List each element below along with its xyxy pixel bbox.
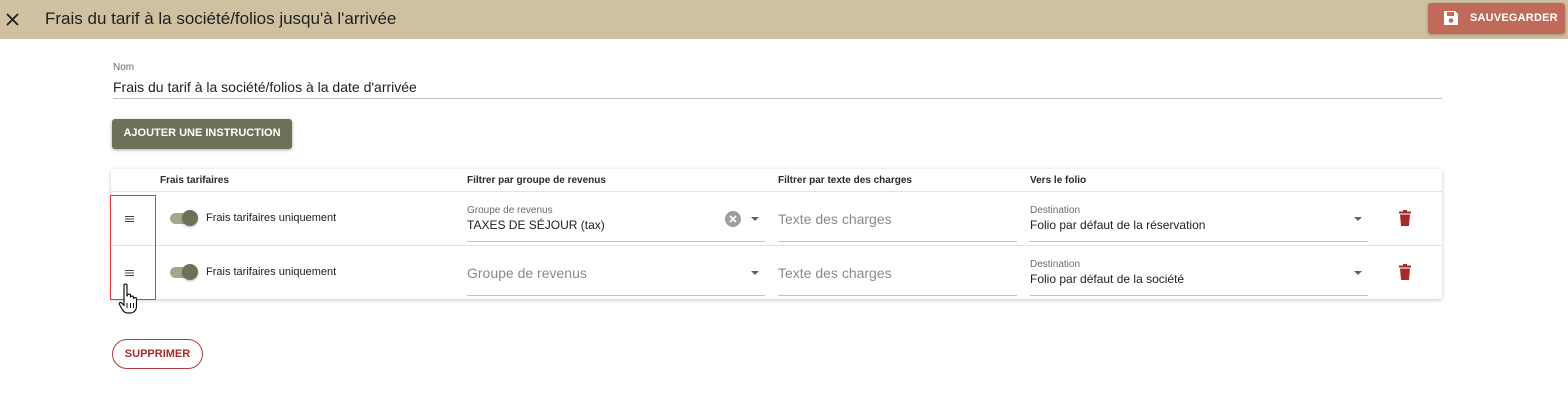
hand-cursor-icon xyxy=(118,283,138,314)
row-divider xyxy=(111,245,1442,246)
name-field-underline xyxy=(113,98,1442,99)
revenue-group-select[interactable]: Groupe de revenus xyxy=(467,265,587,281)
save-button-label: SAUVEGARDER xyxy=(1470,12,1558,24)
instructions-table: Frais tarifaires Filtrer par groupe de r… xyxy=(111,169,1442,299)
page-title: Frais du tarif à la société/folios jusqu… xyxy=(45,9,397,28)
charge-text-underline xyxy=(778,241,1017,242)
chevron-down-icon[interactable] xyxy=(1354,271,1362,275)
delete-button-label: SUPPRIMER xyxy=(124,348,191,360)
destination-select[interactable]: Folio par défaut de la réservation xyxy=(1030,218,1205,232)
clear-icon[interactable] xyxy=(725,211,741,227)
header-revenue-group: Filtrer par groupe de revenus xyxy=(467,175,606,186)
destination-label: Destination xyxy=(1030,259,1081,270)
delete-button[interactable]: SUPPRIMER xyxy=(112,339,203,369)
chevron-down-icon[interactable] xyxy=(1354,217,1362,221)
revenue-group-label: Groupe de revenus xyxy=(467,205,553,216)
trash-icon[interactable] xyxy=(1399,210,1411,226)
add-instruction-button[interactable]: AJOUTER UNE INSTRUCTION xyxy=(112,119,292,149)
save-icon xyxy=(1444,11,1458,25)
revenue-group-underline xyxy=(467,295,765,296)
toggle-knob xyxy=(182,264,198,280)
charge-text-underline xyxy=(778,295,1017,296)
revenue-group-select[interactable]: TAXES DE SÉJOUR (tax) xyxy=(467,218,605,232)
rate-only-label: Frais tarifaires uniquement xyxy=(206,266,337,278)
header-to-folio: Vers le folio xyxy=(1030,175,1087,186)
header-charge-text: Filtrer par texte des charges xyxy=(778,175,912,186)
destination-underline xyxy=(1030,295,1368,296)
toggle-knob xyxy=(182,210,198,226)
rate-only-toggle[interactable] xyxy=(170,210,198,226)
destination-select[interactable]: Folio par défaut de la société xyxy=(1030,272,1184,286)
close-icon xyxy=(6,13,19,26)
chevron-down-icon[interactable] xyxy=(751,271,759,275)
charge-text-input[interactable]: Texte des charges xyxy=(778,265,892,281)
name-field[interactable]: Frais du tarif à la société/folios à la … xyxy=(113,79,417,95)
header-divider xyxy=(111,191,1442,192)
add-instruction-label: AJOUTER UNE INSTRUCTION xyxy=(123,127,281,139)
header-bar: Frais du tarif à la société/folios jusqu… xyxy=(0,0,1568,39)
close-button[interactable] xyxy=(2,4,24,34)
trash-icon[interactable] xyxy=(1399,264,1411,280)
rate-only-label: Frais tarifaires uniquement xyxy=(206,212,337,224)
destination-label: Destination xyxy=(1030,205,1081,216)
name-field-label: Nom xyxy=(113,62,135,73)
charge-text-input[interactable]: Texte des charges xyxy=(778,211,892,227)
rate-only-toggle[interactable] xyxy=(170,264,198,280)
revenue-group-underline xyxy=(467,241,765,242)
destination-underline xyxy=(1030,241,1368,242)
header-rate-charges: Frais tarifaires xyxy=(160,175,229,186)
chevron-down-icon[interactable] xyxy=(751,217,759,221)
save-button[interactable]: SAUVEGARDER xyxy=(1428,3,1565,34)
